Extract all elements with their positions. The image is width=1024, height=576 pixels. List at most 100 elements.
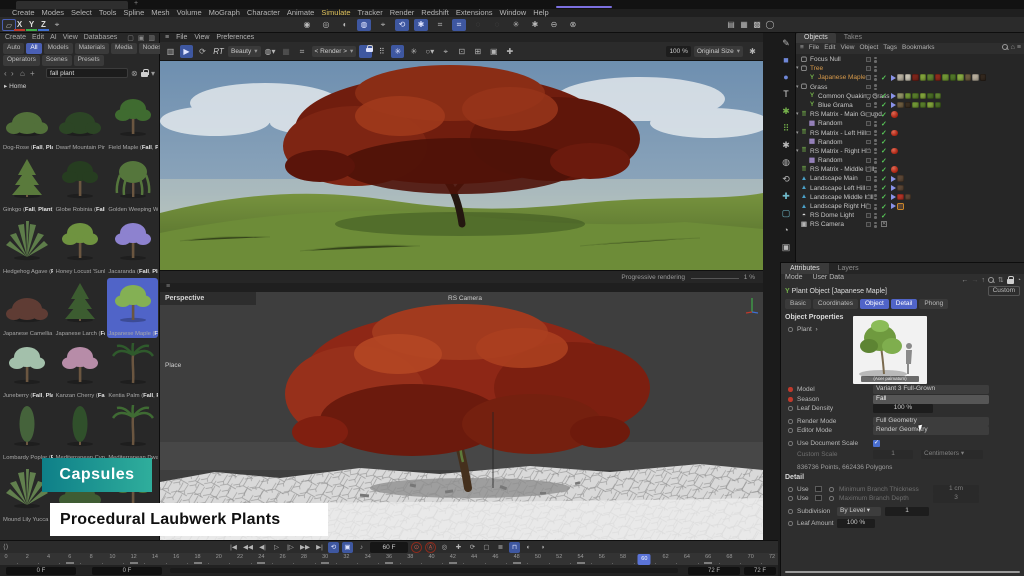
range-end-field[interactable]: 72 F [688, 567, 740, 575]
object-row-rs-dome-light[interactable]: ◓RS Dome Light✓ [796, 211, 1024, 220]
record-scale-button[interactable]: ▢ [481, 542, 492, 553]
enabled-check-icon[interactable]: ✓ [881, 157, 887, 165]
object-row-grass[interactable]: ▾▢Grass [796, 83, 1024, 92]
section-tab-operators[interactable]: Operators [3, 55, 40, 66]
material-tag-swatch[interactable] [912, 74, 919, 81]
field-value[interactable]: 100 % [873, 404, 933, 413]
field-value[interactable]: Full Geometry [873, 417, 989, 426]
home-icon[interactable]: ⌂ [1011, 44, 1015, 51]
layout-1-icon[interactable]: ▤ [724, 19, 738, 31]
layer-checkbox[interactable] [866, 57, 871, 62]
timeline-collapse-icon[interactable]: ⟨⟩ [3, 543, 8, 551]
redshift-tag-icon[interactable] [891, 130, 898, 137]
sort-icon[interactable]: ⇅ [998, 276, 1004, 284]
expander-icon[interactable]: ▾ [796, 111, 799, 117]
material-tag-swatch[interactable] [897, 102, 904, 109]
checkbox-unchecked[interactable] [815, 486, 822, 493]
userdata-menu[interactable]: User Data [812, 274, 844, 281]
compare-icon[interactable]: ⊞ [471, 45, 484, 58]
menu-simulate[interactable]: Simulate [321, 9, 350, 17]
menu-modes[interactable]: Modes [42, 9, 65, 17]
visibility-dots[interactable] [874, 57, 877, 64]
new-tab-button[interactable]: + [134, 0, 138, 7]
material-tag-swatch[interactable] [905, 102, 912, 109]
object-menu-bookmarks[interactable]: Bookmarks [902, 44, 935, 51]
axis-lock-z[interactable]: Z [38, 19, 49, 31]
field-unit-dropdown[interactable]: Centimeters ▾ [921, 450, 983, 459]
layer-checkbox[interactable] [866, 85, 871, 90]
timeline-range-slider[interactable] [170, 568, 678, 573]
workplane-icon[interactable]: ◐ [338, 19, 352, 31]
filter-tab-models[interactable]: Models [44, 43, 73, 54]
object-row-landscape-main[interactable]: ▲Landscape Main✓ [796, 174, 1024, 183]
layer-checkbox[interactable] [866, 131, 871, 136]
expander-icon[interactable]: ▾ [796, 130, 799, 136]
plant-item-japanese[interactable]: Japanese Larch (Fall, Pl... [55, 278, 106, 338]
enabled-check-icon[interactable]: ✓ [881, 101, 887, 109]
visibility-dots[interactable] [874, 204, 877, 211]
plant-item-globe[interactable]: Globe Robinia (Fall, Pl... [55, 154, 106, 214]
plant-preview-image[interactable]: (Acer palmatum) [853, 316, 927, 384]
field-value[interactable]: Render Geometry [873, 426, 989, 435]
filter-icon[interactable]: ≡ [1017, 44, 1021, 51]
lock-icon[interactable] [1007, 276, 1014, 284]
keyframe-marker[interactable] [130, 562, 138, 565]
material-tag-swatch[interactable] [897, 74, 904, 81]
layout-3-icon[interactable]: ▩ [750, 19, 764, 31]
visibility-dots[interactable] [874, 84, 877, 91]
visibility-dots[interactable] [874, 222, 877, 229]
next-key-button[interactable]: ▶▶ [299, 542, 311, 553]
dim-a-button[interactable]: ◐ [523, 542, 534, 553]
object-menu-view[interactable]: View [840, 44, 854, 51]
menu-mograph[interactable]: MoGraph [209, 9, 240, 17]
layer-checkbox[interactable] [866, 176, 871, 181]
redshift-tag-icon[interactable] [891, 166, 898, 173]
material-tag-swatch[interactable] [920, 74, 927, 81]
material-tag-swatch[interactable] [935, 74, 942, 81]
menu-character[interactable]: Character [247, 9, 280, 17]
keyframe-selection-button[interactable]: ◎ [439, 542, 450, 553]
visibility-dots[interactable] [874, 167, 877, 174]
phong-tag-icon[interactable] [891, 75, 896, 81]
enabled-check-icon[interactable]: ✓ [881, 74, 887, 82]
material-tag-swatch[interactable] [942, 74, 949, 81]
field-value[interactable]: Fall [873, 395, 989, 404]
layer-checkbox[interactable] [866, 112, 871, 117]
material-tag-swatch[interactable] [912, 102, 919, 109]
layer-checkbox[interactable] [866, 149, 871, 154]
simulate-scene-icon[interactable]: ⟲ [395, 19, 409, 31]
menu-animate[interactable]: Animate [287, 9, 315, 17]
playhead[interactable]: 60 [638, 554, 651, 565]
enabled-check-icon[interactable]: ✓ [881, 212, 887, 220]
menu-create[interactable]: Create [12, 9, 35, 17]
sound-button[interactable]: ♪ [356, 542, 367, 553]
back-icon[interactable]: ← [961, 277, 968, 284]
visibility-dots[interactable] [874, 158, 877, 165]
rect-select-icon[interactable]: ▢ [779, 206, 793, 220]
gear-icon[interactable]: ✱ [746, 45, 759, 58]
layout-2-icon[interactable]: ▦ [737, 19, 751, 31]
section-tab-detail[interactable]: Detail [891, 299, 918, 309]
move-tool-icon[interactable]: ✚ [779, 189, 793, 203]
section-tab-phong[interactable]: Phong [919, 299, 948, 309]
cube-tool-icon[interactable]: ■ [779, 53, 793, 67]
layer-checkbox[interactable] [866, 140, 871, 145]
snowflake-freeze-icon[interactable]: ✳ [391, 45, 404, 58]
custom-button[interactable]: Custom [988, 286, 1020, 296]
cancel-icon[interactable]: ⊗ [566, 19, 580, 31]
material-tag-swatch[interactable] [965, 74, 972, 81]
material-tag-swatch[interactable] [927, 74, 934, 81]
viewport-view-label[interactable]: Perspective [165, 295, 204, 302]
material-tag-swatch[interactable] [950, 74, 957, 81]
plant-item-dwarf[interactable]: Dwarf Mountain Pine (... [55, 92, 106, 152]
enabled-check-icon[interactable]: ✓ [881, 147, 887, 155]
object-row-landscape-right-hill[interactable]: ▲Landscape Right Hill✓ [796, 202, 1024, 211]
keyframe-marker[interactable] [513, 562, 521, 565]
dim-icon-a[interactable]: ◌ [471, 19, 485, 31]
snap-icon[interactable]: ◉ [300, 19, 314, 31]
material-tag-swatch[interactable] [905, 93, 912, 100]
object-row-tree[interactable]: ▾▢Tree [796, 64, 1024, 73]
aov-dropdown-icon[interactable]: ◍▾ [264, 45, 277, 58]
menu-extensions[interactable]: Extensions [456, 9, 493, 17]
up-icon[interactable]: ↑ [981, 277, 985, 284]
